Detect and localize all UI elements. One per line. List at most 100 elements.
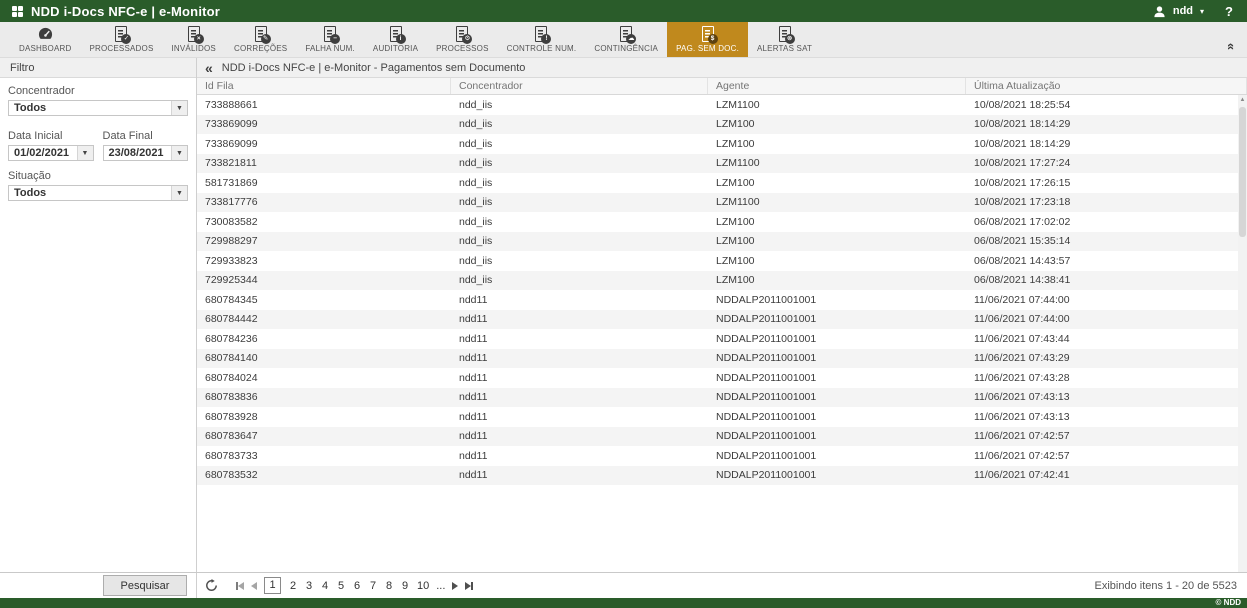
doc-check-icon: ✓: [115, 25, 127, 42]
collapse-panel-icon[interactable]: «: [205, 61, 213, 75]
page-button-2[interactable]: 2: [289, 580, 297, 592]
toolbar-item-processados[interactable]: ✓PROCESSADOS: [80, 22, 162, 57]
breadcrumb: « NDD i-Docs NFC-e | e-Monitor - Pagamen…: [197, 58, 1247, 78]
table-row[interactable]: 680784236ndd11NDDALP201100100111/06/2021…: [197, 329, 1247, 349]
content-panel: « NDD i-Docs NFC-e | e-Monitor - Pagamen…: [197, 58, 1247, 572]
toolbar-item-falha-num[interactable]: −FALHA NUM.: [296, 22, 364, 57]
table-cell: 06/08/2021 14:43:57: [966, 255, 1247, 267]
chevron-down-icon[interactable]: ▼: [171, 146, 187, 160]
table-cell: 733869099: [197, 118, 451, 130]
table-row[interactable]: 581731869ndd_iisLZM10010/08/2021 17:26:1…: [197, 173, 1247, 193]
toolbar-item-inv-lidos[interactable]: ×INVÁLIDOS: [162, 22, 224, 57]
column-header-id-fila[interactable]: Id Fila: [197, 78, 451, 94]
column-header-ltima-atualiza-o[interactable]: Última Atualização: [966, 78, 1247, 94]
app-grid-icon[interactable]: [12, 6, 23, 17]
page-button-7[interactable]: 7: [369, 580, 377, 592]
collapse-toolbar-icon[interactable]: «: [1225, 43, 1238, 50]
table-row[interactable]: 729933823ndd_iisLZM10006/08/2021 14:43:5…: [197, 251, 1247, 271]
table-row[interactable]: 680783928ndd11NDDALP201100100111/06/2021…: [197, 407, 1247, 427]
table-row[interactable]: 680783647ndd11NDDALP201100100111/06/2021…: [197, 427, 1247, 447]
toolbar-item-dashboard[interactable]: DASHBOARD: [10, 22, 80, 57]
table-row[interactable]: 729988297ndd_iisLZM10006/08/2021 15:35:1…: [197, 232, 1247, 252]
chevron-down-icon[interactable]: ▼: [171, 186, 187, 200]
page-button-1[interactable]: 1: [264, 577, 281, 594]
user-menu[interactable]: ndd: [1173, 5, 1193, 17]
table-row[interactable]: 733888661ndd_iisLZM110010/08/2021 18:25:…: [197, 95, 1247, 115]
table-row[interactable]: 680784024ndd11NDDALP201100100111/06/2021…: [197, 368, 1247, 388]
table-row[interactable]: 730083582ndd_iisLZM10006/08/2021 17:02:0…: [197, 212, 1247, 232]
table-cell: ndd11: [451, 313, 708, 325]
table-row[interactable]: 680784140ndd11NDDALP201100100111/06/2021…: [197, 349, 1247, 369]
page-button-9[interactable]: 9: [401, 580, 409, 592]
column-header-agente[interactable]: Agente: [708, 78, 966, 94]
table-row[interactable]: 680784442ndd11NDDALP201100100111/06/2021…: [197, 310, 1247, 330]
toolbar-item-label: CORREÇÕES: [234, 44, 287, 53]
page-button-3[interactable]: 3: [305, 580, 313, 592]
toolbar-item-corre-es[interactable]: ✎CORREÇÕES: [225, 22, 296, 57]
table-row[interactable]: 680783733ndd11NDDALP201100100111/06/2021…: [197, 446, 1247, 466]
data-inicial-picker[interactable]: 01/02/2021 ▼: [8, 145, 94, 161]
table-cell: LZM1100: [708, 196, 966, 208]
data-final-picker[interactable]: 23/08/2021 ▼: [103, 145, 189, 161]
next-page-button[interactable]: [452, 582, 458, 590]
table-cell: LZM100: [708, 235, 966, 247]
chevron-down-icon[interactable]: ▼: [77, 146, 93, 160]
doc-cloud-icon: ☁: [620, 25, 632, 42]
table-cell: 680784442: [197, 313, 451, 325]
toolbar-item-conting-ncia[interactable]: ☁CONTINGÊNCIA: [585, 22, 667, 57]
concentrador-select[interactable]: Todos ▼: [8, 100, 188, 116]
toolbar-item-processos[interactable]: ⚙PROCESSOS: [427, 22, 497, 57]
page-button-6[interactable]: 6: [353, 580, 361, 592]
help-button[interactable]: ?: [1225, 4, 1233, 19]
toolbar-item-label: INVÁLIDOS: [171, 44, 215, 53]
table-cell: 680783647: [197, 430, 451, 442]
previous-page-button[interactable]: [251, 582, 257, 590]
table-cell: 729925344: [197, 274, 451, 286]
situacao-select[interactable]: Todos ▼: [8, 185, 188, 201]
table-cell: 10/08/2021 18:14:29: [966, 118, 1247, 130]
concentrador-label: Concentrador: [8, 85, 188, 97]
table-cell: 733817776: [197, 196, 451, 208]
table-row[interactable]: 680783836ndd11NDDALP201100100111/06/2021…: [197, 388, 1247, 408]
chevron-down-icon[interactable]: ▾: [1200, 8, 1204, 16]
table-row[interactable]: 733869099ndd_iisLZM10010/08/2021 18:14:2…: [197, 134, 1247, 154]
refresh-icon[interactable]: [205, 579, 218, 592]
table-row[interactable]: 733821811ndd_iisLZM110010/08/2021 17:27:…: [197, 154, 1247, 174]
page-numbers: 123456789 10: [264, 577, 429, 594]
table-cell: NDDALP2011001001: [708, 411, 966, 423]
table-cell: 680783836: [197, 391, 451, 403]
table-row[interactable]: 729925344ndd_iisLZM10006/08/2021 14:38:4…: [197, 271, 1247, 291]
page-button-8[interactable]: 8: [385, 580, 393, 592]
pagination-ellipsis[interactable]: ...: [436, 580, 445, 592]
toolbar-item-pag-sem-doc[interactable]: $PAG. SEM DOC.: [667, 22, 748, 57]
chevron-down-icon[interactable]: ▼: [171, 101, 187, 115]
table-row[interactable]: 733817776ndd_iisLZM110010/08/2021 17:23:…: [197, 193, 1247, 213]
table-cell: 10/08/2021 17:26:15: [966, 177, 1247, 189]
toolbar-item-label: FALHA NUM.: [305, 44, 355, 53]
table-cell: 11/06/2021 07:43:29: [966, 352, 1247, 364]
page-button-5[interactable]: 5: [337, 580, 345, 592]
doc-coin-icon: $: [702, 25, 714, 42]
table-cell: 680783928: [197, 411, 451, 423]
table-cell: 680784140: [197, 352, 451, 364]
table-row[interactable]: 680784345ndd11NDDALP201100100111/06/2021…: [197, 290, 1247, 310]
toolbar-item-alertas-sat[interactable]: ⊗ALERTAS SAT: [748, 22, 821, 57]
table-row[interactable]: 733869099ndd_iisLZM10010/08/2021 18:14:2…: [197, 115, 1247, 135]
page-title: NDD i-Docs NFC-e | e-Monitor - Pagamento…: [222, 62, 526, 74]
page-button-4[interactable]: 4: [321, 580, 329, 592]
last-page-button[interactable]: [465, 582, 473, 590]
scroll-up-icon[interactable]: ▲: [1238, 95, 1247, 103]
table-cell: LZM1100: [708, 99, 966, 111]
table-row[interactable]: 680783532ndd11NDDALP201100100111/06/2021…: [197, 466, 1247, 486]
table-cell: ndd11: [451, 450, 708, 462]
first-page-button[interactable]: [236, 582, 244, 590]
column-header-concentrador[interactable]: Concentrador: [451, 78, 708, 94]
bottom-bar: Pesquisar 12345678910 ... Exibindo itens…: [0, 572, 1247, 598]
toolbar-item-auditoria[interactable]: iAUDITORIA: [364, 22, 427, 57]
page-button-10[interactable]: 10: [417, 580, 429, 592]
toolbar-item-controle-num[interactable]: !CONTROLE NUM.: [498, 22, 586, 57]
vertical-scrollbar[interactable]: ▲: [1238, 95, 1247, 572]
table-cell: LZM100: [708, 177, 966, 189]
scrollbar-thumb[interactable]: [1239, 107, 1246, 237]
search-button[interactable]: Pesquisar: [103, 575, 187, 596]
